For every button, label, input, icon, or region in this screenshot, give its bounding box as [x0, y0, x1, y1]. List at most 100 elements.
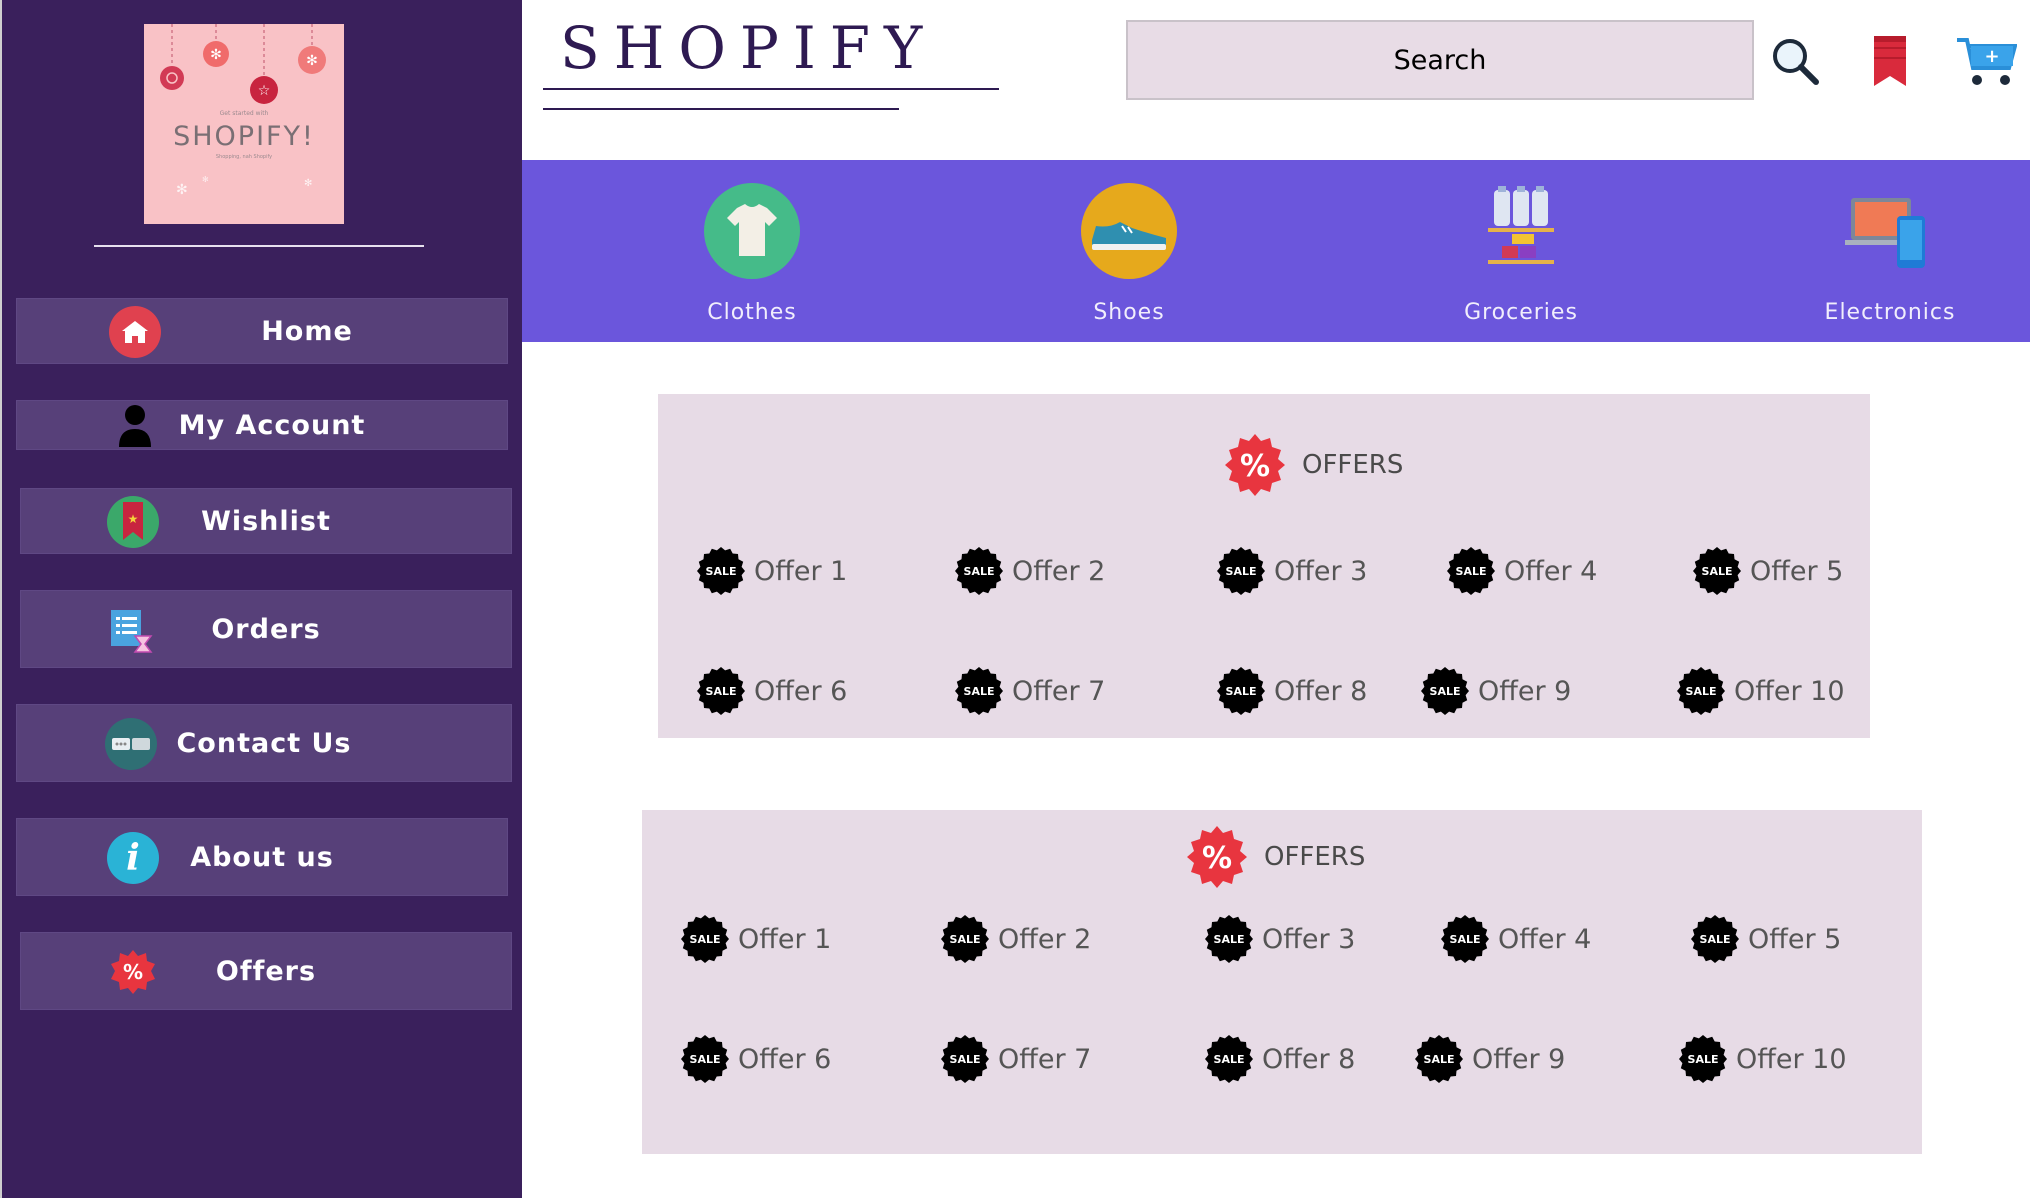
sidebar-item-label: Wishlist	[201, 505, 331, 537]
search-input[interactable]	[1128, 44, 1752, 76]
category-label: Electronics	[1824, 300, 1956, 325]
offer-label: Offer 10	[1734, 675, 1845, 707]
svg-text:✻: ✻	[306, 53, 318, 69]
sidebar-item-wishlist[interactable]: ★ Wishlist	[20, 488, 512, 554]
category-shoes[interactable]: Shoes	[1029, 160, 1229, 342]
percent-badge-icon: %	[1187, 826, 1247, 888]
offer-label: Offer 4	[1504, 555, 1598, 587]
sidebar-item-label: Offers	[215, 955, 317, 987]
sale-badge-text: SALE	[1450, 933, 1481, 946]
offer-label: Offer 8	[1262, 1043, 1356, 1075]
offer-item[interactable]: SALE Offer 5	[1690, 914, 1841, 964]
sale-badge-text: SALE	[964, 565, 995, 578]
brand-underline	[543, 88, 999, 90]
sidebar-item-home[interactable]: Home	[16, 298, 508, 364]
offers-title: OFFERS	[1302, 450, 1404, 480]
offer-label: Offer 10	[1736, 1043, 1847, 1075]
sale-badge-icon: SALE	[1677, 667, 1725, 715]
sidebar-item-label: Contact Us	[176, 727, 352, 759]
app-window: ✻ ☆ ✻ ✻ ✻ ✻ Get started with SHOPIFY! Sh…	[0, 0, 2030, 1198]
offer-item[interactable]: SALE Offer 10	[1678, 1034, 1847, 1084]
sale-badge-icon: SALE	[1691, 915, 1739, 963]
offer-item[interactable]: SALE Offer 9	[1414, 1034, 1565, 1084]
offer-item[interactable]: SALE Offer 8	[1204, 1034, 1355, 1084]
offer-item[interactable]: SALE Offer 4	[1446, 546, 1597, 596]
offer-item[interactable]: SALE Offer 10	[1676, 666, 1845, 716]
sidebar-item-label: About us	[190, 841, 334, 873]
sale-badge-text: SALE	[1456, 565, 1487, 578]
sale-badge-icon: SALE	[1205, 1035, 1253, 1083]
offer-item[interactable]: SALE Offer 9	[1420, 666, 1571, 716]
percent-badge-icon: %	[1225, 434, 1285, 496]
offer-item[interactable]: SALE Offer 7	[940, 1034, 1091, 1084]
sidebar-item-contact-us[interactable]: Contact Us	[16, 704, 512, 782]
sidebar: ✻ ☆ ✻ ✻ ✻ ✻ Get started with SHOPIFY! Sh…	[0, 0, 522, 1198]
svg-text:✻: ✻	[304, 178, 312, 189]
offer-item[interactable]: SALE Offer 5	[1692, 546, 1843, 596]
bookmark-icon[interactable]	[1872, 34, 1908, 88]
offer-item[interactable]: SALE Offer 1	[680, 914, 831, 964]
offers-header: % OFFERS	[1184, 824, 1365, 890]
sale-badge-icon: SALE	[1421, 667, 1469, 715]
sale-badge-icon: SALE	[1441, 915, 1489, 963]
offer-label: Offer 3	[1262, 923, 1356, 955]
search-icon[interactable]	[1770, 36, 1822, 88]
sale-badge-icon: SALE	[1693, 547, 1741, 595]
sale-badge-text: SALE	[1226, 685, 1257, 698]
sale-badge-icon: SALE	[1217, 667, 1265, 715]
offers-header: % OFFERS	[1222, 432, 1403, 498]
sidebar-item-about-us[interactable]: i About us	[16, 818, 508, 896]
sale-badge-icon: SALE	[955, 667, 1003, 715]
offer-item[interactable]: SALE Offer 3	[1204, 914, 1355, 964]
sidebar-item-orders[interactable]: Orders	[20, 590, 512, 668]
sale-badge-icon: SALE	[1217, 547, 1265, 595]
search-box[interactable]	[1126, 20, 1754, 100]
sale-badge-icon: SALE	[697, 667, 745, 715]
brand-title: SHOPIFY	[560, 14, 937, 82]
offer-label: Offer 6	[754, 675, 848, 707]
offer-item[interactable]: SALE Offer 1	[696, 546, 847, 596]
category-electronics[interactable]: Electronics	[1790, 160, 1990, 342]
sidebar-item-my-account[interactable]: My Account	[16, 400, 508, 450]
sale-badge-text: SALE	[1424, 1053, 1455, 1066]
offer-label: Offer 3	[1274, 555, 1368, 587]
svg-text:✻: ✻	[202, 175, 209, 184]
offer-label: Offer 2	[1012, 555, 1106, 587]
shopify-logo[interactable]: ✻ ☆ ✻ ✻ ✻ ✻ Get started with SHOPIFY! Sh…	[144, 24, 344, 224]
cart-icon[interactable]: +	[1955, 36, 2018, 88]
offer-label: Offer 8	[1274, 675, 1368, 707]
offer-item[interactable]: SALE Offer 2	[954, 546, 1105, 596]
sale-badge-icon: SALE	[955, 547, 1003, 595]
sale-badge-icon: SALE	[1415, 1035, 1463, 1083]
offer-item[interactable]: SALE Offer 6	[680, 1034, 831, 1084]
offer-item[interactable]: SALE Offer 7	[954, 666, 1105, 716]
logo-text: SHOPIFY!	[173, 121, 315, 152]
sale-badge-text: SALE	[1430, 685, 1461, 698]
sidebar-item-offers[interactable]: % Offers	[20, 932, 512, 1010]
offer-item[interactable]: SALE Offer 6	[696, 666, 847, 716]
offer-label: Offer 9	[1478, 675, 1572, 707]
sale-badge-text: SALE	[1688, 1053, 1719, 1066]
grocery-shelf-icon	[1472, 182, 1570, 280]
sidebar-item-label: My Account	[178, 409, 366, 441]
offer-item[interactable]: SALE Offer 8	[1216, 666, 1367, 716]
category-groceries[interactable]: Groceries	[1421, 160, 1621, 342]
sale-badge-text: SALE	[1214, 1053, 1245, 1066]
offer-label: Offer 1	[738, 923, 832, 955]
offers-title: OFFERS	[1264, 842, 1366, 872]
offer-label: Offer 2	[998, 923, 1092, 955]
offer-label: Offer 5	[1750, 555, 1844, 587]
offer-item[interactable]: SALE Offer 2	[940, 914, 1091, 964]
svg-text:%: %	[1202, 841, 1232, 876]
sale-badge-icon: SALE	[1447, 547, 1495, 595]
offer-item[interactable]: SALE Offer 4	[1440, 914, 1591, 964]
sale-badge-text: SALE	[690, 933, 721, 946]
offer-item[interactable]: SALE Offer 3	[1216, 546, 1367, 596]
category-label: Clothes	[707, 300, 797, 325]
category-clothes[interactable]: Clothes	[652, 160, 852, 342]
sneaker-icon	[1080, 182, 1178, 280]
sale-badge-icon: SALE	[941, 915, 989, 963]
sale-badge-text: SALE	[950, 933, 981, 946]
sidebar-item-label: Home	[261, 315, 353, 347]
logo-divider	[94, 245, 424, 247]
